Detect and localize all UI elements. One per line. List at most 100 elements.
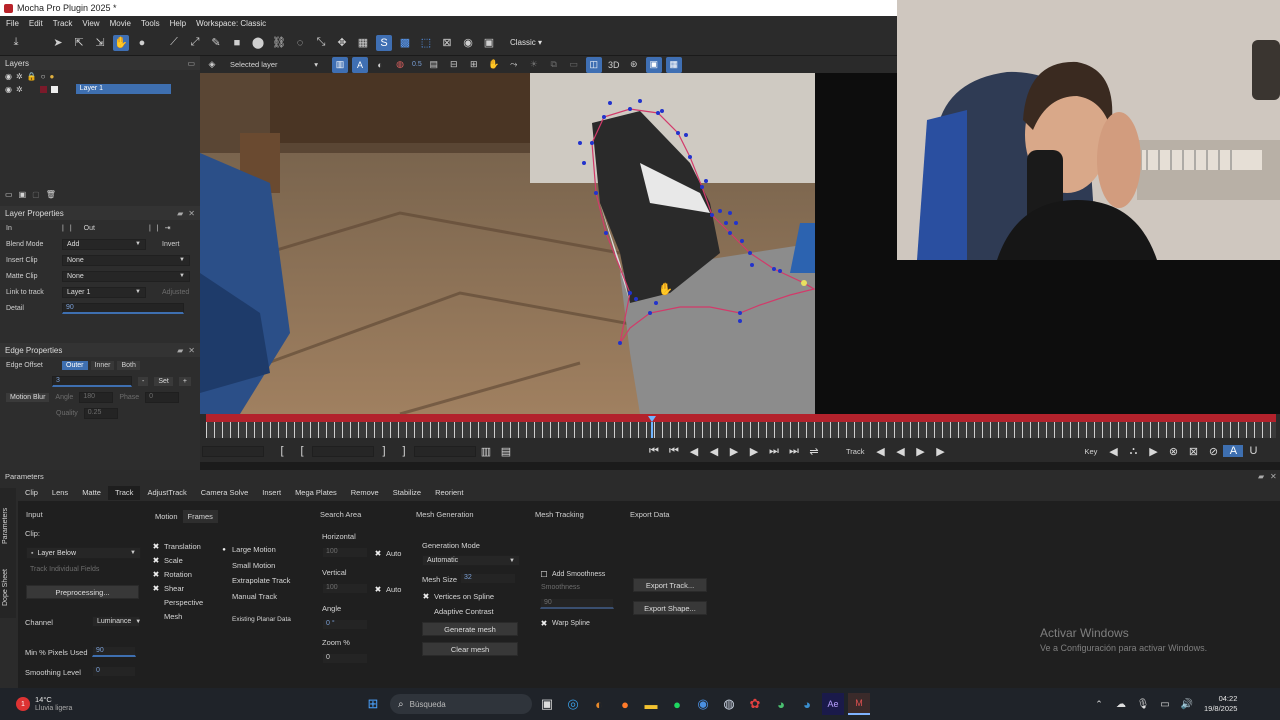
in-set-icon[interactable]: |	[62, 225, 64, 232]
bluetooth-app-icon[interactable]: ◉	[692, 693, 714, 715]
track-backward-icon[interactable]: ◀	[870, 445, 890, 458]
weather-widget[interactable]: 1 14°C Lluvia ligera	[16, 695, 136, 713]
panel-menu-icon[interactable]: ▭	[187, 59, 195, 68]
track-forward-icon[interactable]: ▶	[930, 445, 950, 458]
clip-view-icon[interactable]: ◈	[204, 57, 220, 73]
play-backward-icon[interactable]: ◀	[704, 445, 724, 458]
mesh-tool-icon[interactable]: ▩	[397, 35, 413, 51]
steam-icon[interactable]: ◍	[718, 693, 740, 715]
existing-planar-data-radio[interactable]: Existing Planar Data	[220, 612, 291, 628]
out-range-icon[interactable]: ⇥	[165, 224, 171, 232]
edge-set-button[interactable]: Set	[154, 376, 173, 386]
task-view-icon[interactable]: ▣	[536, 693, 558, 715]
clear-mesh-button[interactable]: Clear mesh	[422, 642, 518, 656]
translation-check[interactable]: ✖ Translation	[152, 539, 203, 553]
visibility-icon[interactable]: ◉	[5, 72, 12, 81]
input-clip-select[interactable]: ▪ Layer Below ▼	[26, 547, 141, 559]
transform-tool-icon[interactable]: ⤢	[187, 35, 203, 51]
tab-remove[interactable]: Remove	[344, 486, 386, 500]
menu-edit[interactable]: Edit	[29, 19, 43, 28]
side-tab-dope-sheet[interactable]: Dope Sheet	[2, 569, 9, 606]
link-to-track-select[interactable]: Layer 1 ▼	[62, 286, 146, 298]
out-set-icon[interactable]: |	[149, 225, 151, 232]
mesh-check[interactable]: Mesh	[152, 609, 203, 623]
record-icon[interactable]: ◉	[460, 35, 476, 51]
view-b-icon[interactable]: ▭	[566, 57, 582, 73]
palette-icon[interactable]: ●	[50, 72, 55, 81]
edge-pin-icon[interactable]: ▰	[177, 346, 183, 355]
surface-tool-icon[interactable]: S	[376, 34, 392, 51]
clip-frame[interactable]: ✋	[200, 73, 815, 414]
after-effects-icon[interactable]: Ae	[822, 693, 844, 715]
mode-3d-icon[interactable]: 3D	[606, 57, 622, 73]
tab-camera-solve[interactable]: Camera Solve	[194, 486, 256, 500]
in-frame-field[interactable]	[202, 445, 264, 457]
brightness-icon[interactable]: ☀	[526, 57, 542, 73]
copy-layer-icon[interactable]: ▢	[32, 190, 40, 199]
next-keyframe-icon[interactable]: ▶	[1143, 445, 1163, 458]
menu-movie[interactable]: Movie	[110, 19, 131, 28]
color-icon[interactable]: ○	[41, 72, 46, 81]
horizontal-field[interactable]: 100	[322, 547, 368, 558]
scale-tool-icon[interactable]: ⤡	[313, 35, 329, 51]
angle-field[interactable]: 180	[79, 391, 114, 403]
tab-track[interactable]: Track	[107, 486, 141, 500]
volume-icon[interactable]: 🔊	[1176, 693, 1198, 715]
preprocessing-button[interactable]: Preprocessing...	[26, 585, 139, 599]
frame-view-icon[interactable]: ▣	[645, 56, 662, 73]
align-surface-icon[interactable]: ⊠	[439, 35, 455, 51]
menu-tools[interactable]: Tools	[141, 19, 160, 28]
out-jump-icon[interactable]: |	[157, 225, 159, 232]
timeline-ticks[interactable]	[206, 422, 1276, 438]
layer-color-swatch[interactable]	[39, 85, 47, 93]
zoom-field[interactable]: 0	[322, 653, 368, 664]
tab-insert[interactable]: Insert	[255, 486, 288, 500]
perspective-check[interactable]: Perspective	[152, 595, 203, 609]
mocha-icon[interactable]: M	[848, 693, 870, 715]
next-frame-icon[interactable]: ▶	[744, 445, 764, 458]
edge-mode-both[interactable]: Both	[117, 360, 140, 370]
generation-mode-select[interactable]: Automatic ▼	[422, 555, 520, 566]
cloud-icon[interactable]: ☁	[1110, 693, 1132, 715]
select-points-icon[interactable]: ⇱	[71, 35, 87, 51]
lock-icon[interactable]: 🔒	[27, 72, 37, 81]
export-track-button[interactable]: Export Track...	[633, 578, 707, 592]
layer-matte-swatch[interactable]	[50, 85, 58, 93]
layer-row[interactable]: ◉ ✲ Layer 1	[0, 83, 200, 95]
insert-clip-select[interactable]: None ▼	[62, 254, 190, 266]
text-overlay-icon[interactable]: A	[352, 56, 368, 73]
out-frame-field[interactable]	[414, 445, 476, 457]
duplicate-layer-icon[interactable]: ▣	[19, 190, 27, 199]
timeline-range-bar[interactable]	[206, 414, 1276, 422]
grid-tool-icon[interactable]: ▦	[355, 35, 371, 51]
tab-mega-plates[interactable]: Mega Plates	[288, 486, 344, 500]
select-auto-icon[interactable]: ⇲	[92, 35, 108, 51]
angle-field[interactable]: 0 °	[322, 619, 368, 630]
move-tool-icon[interactable]: ✥	[334, 35, 350, 51]
delete-key-icon[interactable]: ▥	[476, 445, 496, 458]
matte-icon[interactable]: ◐	[372, 57, 388, 73]
layer-name[interactable]: Layer 1	[75, 84, 171, 94]
vertical-field[interactable]: 100	[322, 583, 368, 594]
file-explorer-icon[interactable]: ▬	[640, 693, 662, 715]
delete-all-keys-icon[interactable]: ⊠	[1183, 445, 1203, 458]
blender-icon[interactable]: ◐	[588, 693, 610, 715]
tab-stabilize[interactable]: Stabilize	[386, 486, 428, 500]
show-layer-icon[interactable]: ▥	[332, 56, 348, 73]
chrome-icon[interactable]: ◕	[770, 693, 792, 715]
tab-lens[interactable]: Lens	[45, 486, 75, 500]
tab-clip[interactable]: Clip	[18, 486, 45, 500]
delete-layer-icon[interactable]: 🗑	[46, 190, 56, 199]
mesh-size-field[interactable]: 32	[460, 573, 516, 584]
prev-key-icon[interactable]: ⏮	[664, 445, 684, 458]
firefox-icon[interactable]: ●	[614, 693, 636, 715]
warp-spline-check[interactable]: ✖ Warp Spline	[540, 616, 590, 630]
tab-reorient[interactable]: Reorient	[428, 486, 470, 500]
prev-frame-icon[interactable]: ◀	[684, 445, 704, 458]
fit-view-icon[interactable]: ⊟	[446, 57, 462, 73]
track-frame-forward-icon[interactable]: ▶	[910, 445, 930, 458]
layer-gear-icon[interactable]: ✲	[16, 85, 23, 94]
adaptive-contrast-check[interactable]: Adaptive Contrast	[422, 604, 494, 618]
vertical-auto-check[interactable]: ✖ Auto	[374, 582, 402, 596]
prev-keyframe-icon[interactable]: ◀	[1103, 445, 1123, 458]
